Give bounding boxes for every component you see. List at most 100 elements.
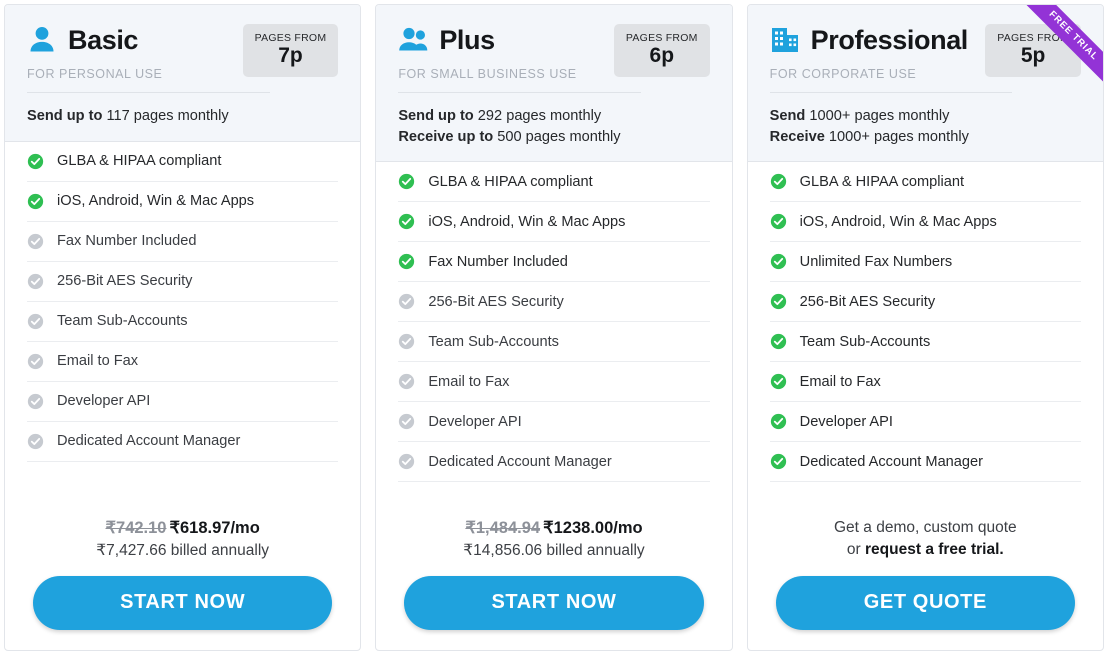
- price-original: ₹742.10: [105, 518, 167, 537]
- quota-line: Send 1000+ pages monthly: [770, 106, 1081, 127]
- check-circle-muted-icon: [27, 433, 44, 449]
- feature-label: Email to Fax: [799, 373, 881, 390]
- check-circle-filled-icon: [27, 153, 44, 169]
- quota-label: Send: [769, 108, 806, 124]
- plan-subtitle: FOR PERSONAL USE: [27, 67, 163, 81]
- feature-row: Fax Number Included: [27, 222, 339, 262]
- feature-row: Dedicated Account Manager: [27, 422, 339, 462]
- quote-line-1: Get a demo, custom quote: [833, 519, 1017, 537]
- quota-block: Send 1000+ pages monthly Receive 1000+ pa…: [770, 106, 1081, 147]
- feature-label: Fax Number Included: [57, 233, 197, 250]
- pages-from-badge: PAGES FROM 6p: [613, 24, 710, 78]
- plan-subtitle: FOR SMALL BUSINESS USE: [398, 67, 577, 81]
- quote-prefix: or: [846, 540, 866, 558]
- feature-label: GLBA & HIPAA compliant: [57, 153, 222, 170]
- price-annual: ₹7,427.66 billed annually: [96, 542, 270, 559]
- plan-header: Basic FOR PERSONAL USE PAGES FROM 7p Send up…: [5, 5, 361, 142]
- feature-row: Unlimited Fax Numbers: [769, 242, 1081, 283]
- feature-list: GLBA & HIPAA compliant iOS, Android, Win …: [5, 142, 360, 498]
- quota-label: Receive: [769, 128, 825, 145]
- feature-label: Fax Number Included: [428, 253, 568, 270]
- quota-line: Receive 1000+ pages monthly: [770, 127, 1081, 148]
- price-original: ₹1,484.94: [465, 518, 541, 537]
- plan-card-plus[interactable]: Plus FOR SMALL BUSINESS USE PAGES FROM 6p Se…: [375, 4, 733, 651]
- plan-name: Professional: [810, 24, 969, 55]
- price-block: ₹742.10 ₹618.97/mo ₹7,427.66 billed annual…: [5, 498, 360, 560]
- check-circle-muted-icon: [399, 294, 415, 310]
- plan-header: Professional FOR CORPORATE USE PAGES FROM 5…: [747, 5, 1103, 163]
- check-circle-filled-icon: [770, 334, 786, 350]
- feature-row: Email to Fax: [769, 362, 1081, 403]
- cta-wrapper: START NOW: [5, 560, 360, 650]
- plan-header: Plus FOR SMALL BUSINESS USE PAGES FROM 6p Se…: [376, 5, 732, 163]
- feature-row: Team Sub-Accounts: [769, 322, 1081, 363]
- feature-label: Dedicated Account Manager: [57, 433, 241, 450]
- header-divider: [769, 92, 1013, 93]
- pricing-plans-row: Basic FOR PERSONAL USE PAGES FROM 7p Send up…: [0, 0, 1108, 657]
- check-circle-filled-icon: [770, 214, 786, 230]
- feature-label: Developer API: [428, 413, 522, 430]
- feature-label: Email to Fax: [57, 353, 139, 370]
- pages-from-label: PAGES FROM: [625, 32, 698, 44]
- feature-label: 256-Bit AES Security: [799, 293, 936, 310]
- check-circle-filled-icon: [770, 254, 786, 270]
- check-circle-filled-icon: [770, 174, 786, 190]
- pages-from-badge: PAGES FROM 5p: [985, 24, 1081, 78]
- feature-row: Team Sub-Accounts: [27, 302, 339, 342]
- feature-row: GLBA & HIPAA compliant: [27, 142, 339, 182]
- check-circle-muted-icon: [399, 374, 415, 390]
- feature-label: Dedicated Account Manager: [799, 453, 984, 470]
- quota-value: 292 pages monthly: [477, 108, 602, 124]
- plan-cta-button[interactable]: START NOW: [33, 576, 333, 630]
- plan-name: Plus: [439, 24, 495, 55]
- feature-label: iOS, Android, Win & Mac Apps: [57, 193, 255, 210]
- price-block: Get a demo, custom quote or request a fre…: [748, 498, 1103, 560]
- cta-wrapper: GET QUOTE: [748, 560, 1103, 650]
- plan-card-basic[interactable]: Basic FOR PERSONAL USE PAGES FROM 7p Send up…: [4, 4, 362, 651]
- feature-label: Developer API: [799, 413, 893, 430]
- feature-label: Unlimited Fax Numbers: [799, 253, 953, 270]
- feature-label: Team Sub-Accounts: [57, 313, 188, 330]
- feature-list: GLBA & HIPAA compliant iOS, Android, Win …: [376, 162, 731, 497]
- quota-label: Send up to: [27, 108, 103, 124]
- feature-row: iOS, Android, Win & Mac Apps: [769, 202, 1081, 243]
- feature-row: Email to Fax: [27, 342, 339, 382]
- quote-emphasis: request a free trial.: [865, 540, 1004, 558]
- quota-block: Send up to 292 pages monthly Receive up t…: [398, 106, 709, 147]
- feature-row: Developer API: [398, 402, 710, 443]
- quota-value: 1000+ pages monthly: [809, 108, 950, 124]
- feature-row: Dedicated Account Manager: [769, 442, 1081, 483]
- pages-from-value: 7p: [278, 44, 303, 67]
- check-circle-muted-icon: [27, 353, 44, 369]
- feature-row: iOS, Android, Win & Mac Apps: [398, 202, 710, 243]
- check-circle-muted-icon: [27, 273, 44, 289]
- check-circle-filled-icon: [399, 254, 415, 270]
- quota-label: Send up to: [398, 108, 474, 124]
- quota-label: Receive up to: [398, 128, 494, 145]
- pages-from-label: PAGES FROM: [254, 32, 327, 44]
- check-circle-muted-icon: [27, 313, 44, 329]
- plan-cta-button[interactable]: START NOW: [404, 576, 704, 630]
- feature-row: 256-Bit AES Security: [769, 282, 1081, 323]
- price-line: ₹742.10 ₹618.97/mo: [23, 517, 342, 539]
- check-circle-filled-icon: [770, 414, 786, 430]
- quote-line-2: or request a free trial.: [766, 539, 1085, 560]
- check-circle-muted-icon: [399, 454, 415, 470]
- plan-cta-button[interactable]: GET QUOTE: [775, 576, 1075, 630]
- pages-from-value: 6p: [649, 44, 675, 67]
- plan-card-professional[interactable]: FREE TRIAL Professional FOR CORPORATE USE P…: [746, 4, 1104, 651]
- feature-label: iOS, Android, Win & Mac Apps: [799, 213, 997, 230]
- pages-from-badge: PAGES FROM 7p: [242, 24, 339, 78]
- feature-label: 256-Bit AES Security: [428, 293, 564, 310]
- feature-row: Team Sub-Accounts: [398, 322, 710, 363]
- check-circle-muted-icon: [399, 334, 415, 350]
- feature-row: Developer API: [769, 402, 1081, 443]
- office-building-icon: [770, 25, 800, 55]
- header-divider: [27, 92, 270, 93]
- feature-label: Developer API: [57, 393, 151, 410]
- quota-block: Send up to 117 pages monthly: [27, 106, 338, 127]
- check-circle-filled-icon: [399, 214, 415, 230]
- price-block: ₹1,484.94 ₹1238.00/mo ₹14,856.06 billed an…: [376, 498, 731, 560]
- pages-from-value: 5p: [1020, 44, 1046, 67]
- check-circle-filled-icon: [399, 174, 415, 190]
